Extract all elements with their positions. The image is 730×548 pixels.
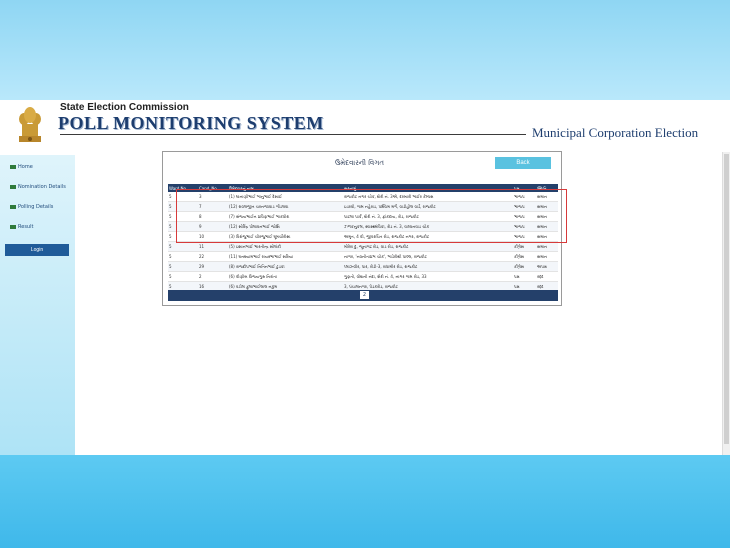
col-party[interactable]: પક્ષ bbox=[513, 184, 536, 192]
table-cell: સમાન bbox=[536, 201, 558, 212]
table-cell: 5 bbox=[168, 211, 198, 222]
table-cell: પ્લાઝ્વીર, પાર, રોડી-3, રાધામીર રોડ, રાજ… bbox=[343, 261, 513, 272]
table-cell: ભાજપ bbox=[513, 221, 536, 232]
table-row: 5 10 (3) વિરાંજુભાઈ ચીરજુભાઈ ઘૂમર્ચારીસા અમ… bbox=[168, 231, 558, 242]
table-cell: 5 bbox=[168, 221, 198, 232]
org-name: State Election Commission bbox=[60, 102, 189, 113]
table-cell: સમાન bbox=[536, 241, 558, 252]
system-title: POLL MONITORING SYSTEM bbox=[58, 113, 324, 133]
table-cell: (12) રાવલજીત ચરનજાવાડ ગોંડલવા bbox=[228, 201, 343, 212]
table-cell: 5 bbox=[168, 201, 198, 212]
table-cell: કોંગ્રેસ bbox=[513, 261, 536, 272]
table-cell: 5 bbox=[168, 271, 198, 282]
table-cell: 9 bbox=[198, 221, 228, 232]
table-cell: કોંગ્રેસ bbox=[513, 251, 536, 262]
login-button[interactable]: Login bbox=[5, 244, 69, 256]
sidebar-item-nomination-details[interactable]: Nomination Details bbox=[10, 184, 66, 190]
table-cell: સમાન bbox=[536, 231, 558, 242]
table-row: 5 29 (8) રાજદીપભાઈ નિતિનભાઈ ટુડકા પ્લાઝ્વીર… bbox=[168, 261, 558, 272]
table-cell: મોરેરા દુ, જૂનાગઢ રોડ, વાડ રોડ, રાજકોટ bbox=[343, 241, 513, 252]
grid-icon bbox=[10, 184, 16, 189]
table-row: 5 11 (5) ઇશાનભાઈ ભારતીન્દ્ર સોલંકી મોરેરા દ… bbox=[168, 241, 558, 252]
table-cell: સમાન bbox=[536, 192, 558, 202]
table-cell: ભાજપ bbox=[513, 211, 536, 222]
table-row: 5 2 (6) વીણીબ વિજયગુરુ નિરાંતા ગુણતો, વોશની… bbox=[168, 271, 558, 282]
sidebar bbox=[0, 155, 75, 455]
col-ward-no[interactable]: Ward No bbox=[168, 184, 198, 192]
table-cell: સમાન bbox=[536, 221, 558, 232]
table-cell: સમાન bbox=[536, 211, 558, 222]
table-cell: 8 bbox=[198, 211, 228, 222]
election-type: Municipal Corporation Election bbox=[532, 125, 699, 140]
table-cell: (5) ઇશાનભાઈ ભારતીન્દ્ર સોલંકી bbox=[228, 241, 343, 252]
table-cell: (3) વિરાંજુભાઈ ચીરજુભાઈ ઘૂમર્ચારીસા bbox=[228, 231, 343, 242]
table-cell: 3 bbox=[198, 192, 228, 202]
table-cell: કોંગ્રેસ bbox=[513, 241, 536, 252]
table-row: 5 8 (7) સંજયભાઈન પ્રવિણભાઈ ભાકવોરા પાટલા પા… bbox=[168, 211, 558, 222]
table-cell: અપક્ષ bbox=[536, 261, 558, 272]
table-cell: (7) સંજયભાઈન પ્રવિણભાઈ ભાકવોરા bbox=[228, 211, 343, 222]
table-cell: (1) ઘાનાણીભાઈ ભાનુભાઈ દેસાઈ bbox=[228, 192, 343, 202]
table-cell: 5 bbox=[168, 192, 198, 202]
table-cell: રાજકોટ નગર ચોક, શેરી નં. 3એ, દરબારી ભાઈર… bbox=[343, 192, 513, 202]
sidebar-item-home[interactable]: Home bbox=[10, 164, 33, 170]
table-header-row: Ward No Cand_No ઉમેદવારનું નામ સરનામું પ… bbox=[168, 184, 558, 192]
table-cell: ઝળકનુકલ, સ્વાસ્થ્મંવિકા, રોડ નં. 3, વાલ્… bbox=[343, 221, 513, 232]
pager-current-page[interactable]: 2 bbox=[360, 291, 369, 299]
table-cell: નાગર, 'નવનીતાપ્રભ ચોક', ભાડેરીથી પાલ્લ, … bbox=[343, 251, 513, 262]
table-cell: અમૃત, 4 વી, જીવરચિત રોડ, રાજકોટ નગર, રાજ… bbox=[343, 231, 513, 242]
col-status[interactable]: સ્થિતિ bbox=[536, 184, 558, 192]
scrollbar-thumb[interactable] bbox=[724, 154, 729, 444]
table-cell: પાટલા પાર્ક, શેરી નં. 3, ફ્રાંકદાય, રોડ,… bbox=[343, 211, 513, 222]
header-divider bbox=[60, 134, 526, 135]
table-cell: (12) સોરિંદ્ર પોલાવનભાઈ જોશિ bbox=[228, 221, 343, 232]
col-candidate-name[interactable]: ઉમેદવારનું નામ bbox=[228, 184, 343, 192]
table-cell: ગુણતો, વોશની નંદા, શેરી નં. 4, નાગર ગામ … bbox=[343, 271, 513, 282]
grid-icon bbox=[10, 204, 16, 209]
table-cell: રદ્દ bbox=[536, 271, 558, 282]
panel-title: ઉમેદવારની વિગત bbox=[335, 159, 384, 167]
page-scrollbar[interactable] bbox=[722, 152, 730, 455]
table-cell: 7 bbox=[198, 201, 228, 212]
table-row: 5 22 (11) ઘનશ્યામભાઈ રાયસ્ભાભાઈ સરિયા નાગર,… bbox=[168, 251, 558, 262]
grid-icon bbox=[10, 224, 16, 229]
table-cell: 29 bbox=[198, 261, 228, 272]
sidebar-item-result[interactable]: Result bbox=[10, 224, 33, 230]
table-cell: ભાજપ bbox=[513, 192, 536, 202]
table-cell: 10 bbox=[198, 231, 228, 242]
table-cell: 2 bbox=[198, 271, 228, 282]
table-row: 5 3 (1) ઘાનાણીભાઈ ભાનુભાઈ દેસાઈ રાજકોટ નગર … bbox=[168, 192, 558, 202]
bottom-banner bbox=[0, 455, 730, 548]
table-cell: 5 bbox=[168, 241, 198, 252]
table-cell: સમાન bbox=[536, 251, 558, 262]
top-banner bbox=[0, 0, 730, 100]
table-cell: 22 bbox=[198, 251, 228, 262]
table-cell: (6) વીણીબ વિજયગુરુ નિરાંતા bbox=[228, 271, 343, 282]
table-row: 5 9 (12) સોરિંદ્ર પોલાવનભાઈ જોશિ ઝળકનુકલ, સ… bbox=[168, 221, 558, 232]
table-cell: 5 bbox=[168, 231, 198, 242]
table-cell: પક્ષ bbox=[513, 271, 536, 282]
table-cell: ભાજપ bbox=[513, 201, 536, 212]
national-emblem-icon bbox=[19, 107, 41, 142]
sidebar-item-polling-details[interactable]: Polling Details bbox=[10, 204, 53, 210]
table-cell: 5 bbox=[168, 251, 198, 262]
table-cell: (11) ઘનશ્યામભાઈ રાયસ્ભાભાઈ સરિયા bbox=[228, 251, 343, 262]
grid-icon bbox=[10, 164, 16, 169]
table-cell: 11 bbox=[198, 241, 228, 252]
col-cand-no[interactable]: Cand_No bbox=[198, 184, 228, 192]
table-cell: (8) રાજદીપભાઈ નિતિનભાઈ ટુડકા bbox=[228, 261, 343, 272]
candidate-table: Ward No Cand_No ઉમેદવારનું નામ સરનામું પ… bbox=[168, 184, 558, 292]
col-address[interactable]: સરનામું bbox=[343, 184, 513, 192]
table-cell: ઇડરવો, ગામ નહેરાડ, પશ્ચિમ મર્ગ, વાડીહોલ … bbox=[343, 201, 513, 212]
table-cell: 5 bbox=[168, 261, 198, 272]
table-cell: ભાજપ bbox=[513, 231, 536, 242]
back-button[interactable]: Back bbox=[495, 157, 551, 169]
table-row: 5 7 (12) રાવલજીત ચરનજાવાડ ગોંડલવા ઇડરવો, ગા… bbox=[168, 201, 558, 212]
